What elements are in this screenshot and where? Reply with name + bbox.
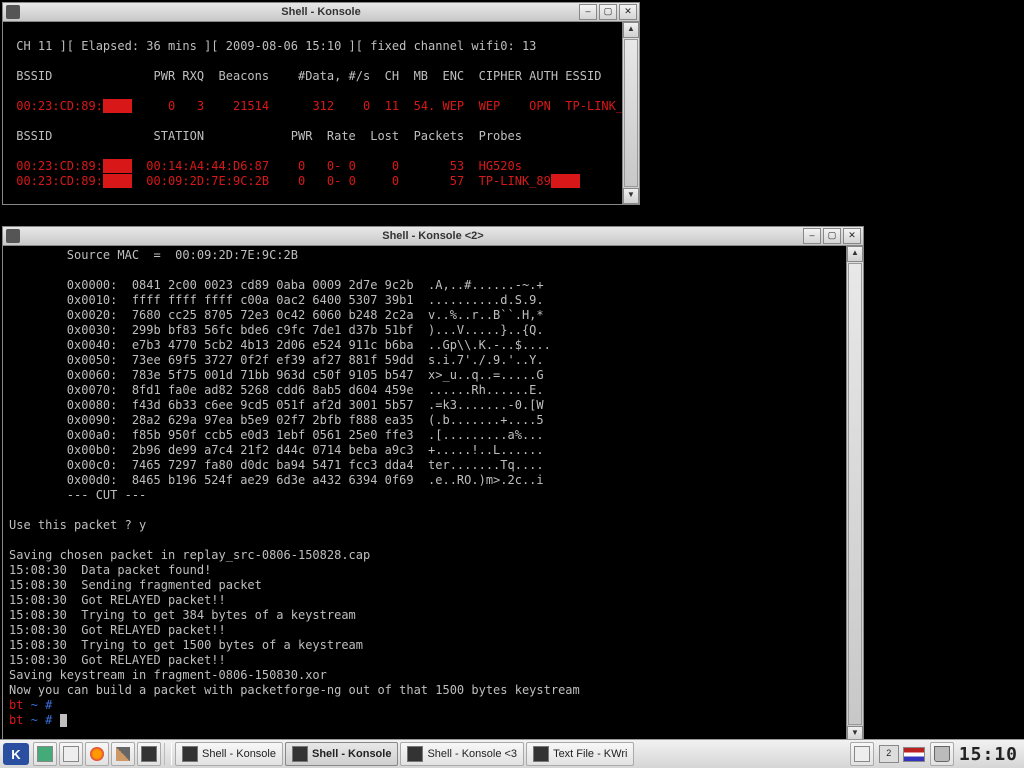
scroll-thumb[interactable] [848, 263, 862, 725]
taskbar-window-button[interactable]: Shell - Konsole <3 [400, 742, 524, 766]
minimize-button[interactable]: – [579, 4, 597, 20]
show-desktop-button[interactable] [33, 742, 57, 766]
taskbar-window-button[interactable]: Shell - Konsole [285, 742, 398, 766]
taskbar-window-label: Shell - Konsole [312, 748, 391, 760]
kmenu-button[interactable]: K [3, 743, 29, 765]
tray-app-icon [854, 746, 870, 762]
window-konsole-1[interactable]: Shell - Konsole – ▢ ✕ CH 11 ][ Elapsed: … [2, 2, 640, 205]
taskbar-window-button[interactable]: Text File - KWri [526, 742, 634, 766]
keyboard-layout-icon[interactable] [903, 747, 925, 762]
separator [164, 743, 172, 765]
maximize-button[interactable]: ▢ [599, 4, 617, 20]
titlebar[interactable]: Shell - Konsole <2> – ▢ ✕ [3, 227, 863, 246]
terminal-output[interactable]: Source MAC = 00:09:2D:7E:9C:2B 0x0000: 0… [3, 246, 846, 742]
close-button[interactable]: ✕ [619, 4, 637, 20]
minimize-button[interactable]: – [803, 228, 821, 244]
taskbar-window-button[interactable]: Shell - Konsole [175, 742, 283, 766]
editor-button[interactable] [111, 742, 135, 766]
scroll-down-button[interactable]: ▼ [623, 188, 639, 204]
scrollbar[interactable]: ▲ ▼ [622, 22, 639, 204]
firefox-button[interactable] [85, 742, 109, 766]
system-tray: 2 15:10 [849, 742, 1024, 766]
window-title: Shell - Konsole <2> [3, 230, 863, 242]
terminal-launch-button[interactable] [137, 742, 161, 766]
taskbar-window-label: Text File - KWri [553, 748, 627, 760]
trash-icon [934, 746, 950, 762]
scrollbar[interactable]: ▲ ▼ [846, 246, 863, 742]
maximize-button[interactable]: ▢ [823, 228, 841, 244]
filemanager-button[interactable] [59, 742, 83, 766]
firefox-icon [90, 747, 104, 761]
window-konsole-2[interactable]: Shell - Konsole <2> – ▢ ✕ Source MAC = 0… [2, 226, 864, 743]
terminal-icon [292, 746, 308, 762]
terminal-output[interactable]: CH 11 ][ Elapsed: 36 mins ][ 2009-08-06 … [3, 22, 622, 204]
desktop-icon [37, 746, 53, 762]
scroll-up-button[interactable]: ▲ [623, 22, 639, 38]
taskbar-window-label: Shell - Konsole <3 [427, 748, 517, 760]
taskbar: K Shell - Konsole Shell - Konsole Shell -… [0, 739, 1024, 768]
pencil-icon [116, 747, 130, 761]
tray-icon[interactable] [850, 742, 874, 766]
desktop: << back | track 龍 Shell - Konsole – ▢ ✕ … [0, 0, 1024, 768]
scroll-thumb[interactable] [624, 39, 638, 187]
scroll-up-button[interactable]: ▲ [847, 246, 863, 262]
trash-button[interactable] [930, 742, 954, 766]
window-title: Shell - Konsole [3, 6, 639, 18]
titlebar[interactable]: Shell - Konsole – ▢ ✕ [3, 3, 639, 22]
close-button[interactable]: ✕ [843, 228, 861, 244]
terminal-icon [533, 746, 549, 762]
terminal-icon [407, 746, 423, 762]
desktop-pager[interactable]: 2 [879, 745, 899, 763]
home-icon [63, 746, 79, 762]
terminal-icon [141, 746, 157, 762]
clock[interactable]: 15:10 [959, 744, 1018, 765]
terminal-icon [182, 746, 198, 762]
taskbar-window-label: Shell - Konsole [202, 748, 276, 760]
